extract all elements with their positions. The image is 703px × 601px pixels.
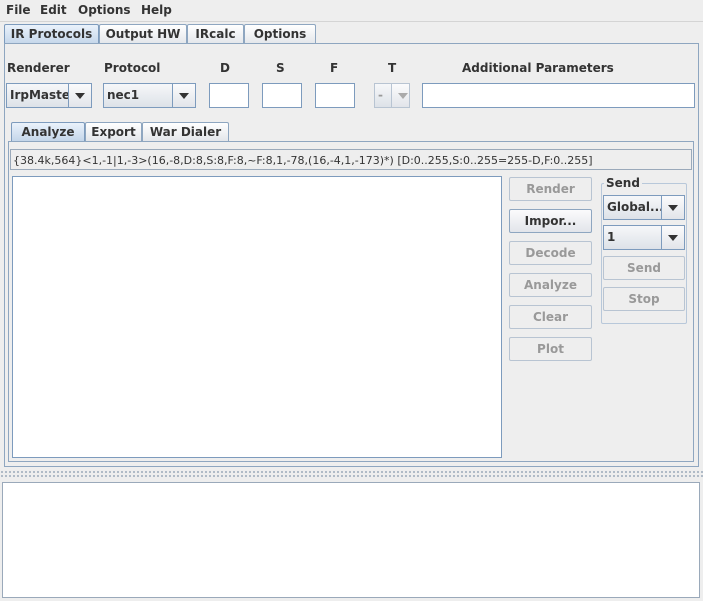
clear-button[interactable]: Clear <box>509 305 592 329</box>
tab-ircalc[interactable]: IRcalc <box>187 24 244 44</box>
menu-help[interactable]: Help <box>141 2 172 18</box>
t-value: - <box>378 88 383 102</box>
send-count-value: 1 <box>607 230 616 244</box>
t-select: - <box>374 83 410 108</box>
chevron-down-icon[interactable] <box>661 196 684 219</box>
tab-output-hw[interactable]: Output HW <box>99 24 187 44</box>
console-output[interactable] <box>2 482 700 598</box>
send-count-select[interactable]: 1 <box>603 225 685 250</box>
send-target-value: Global... <box>607 200 664 214</box>
renderer-value: IrpMaster <box>10 88 76 102</box>
s-field[interactable] <box>262 83 302 108</box>
additional-parameters-field[interactable] <box>422 83 695 108</box>
renderer-select[interactable]: IrpMaster <box>6 83 92 108</box>
tab-analyze[interactable]: Analyze <box>11 122 85 141</box>
menu-options[interactable]: Options <box>78 2 131 18</box>
chevron-down-icon[interactable] <box>68 84 91 107</box>
send-target-select[interactable]: Global... <box>603 195 685 220</box>
plot-button[interactable]: Plot <box>509 337 592 361</box>
s-label: S <box>276 61 285 75</box>
tab-export[interactable]: Export <box>85 122 142 141</box>
stop-button[interactable]: Stop <box>603 287 685 311</box>
import-button[interactable]: Impor... <box>509 209 592 233</box>
protocol-select[interactable]: nec1 <box>103 83 196 108</box>
analyze-button[interactable]: Analyze <box>509 273 592 297</box>
tab-ir-protocols[interactable]: IR Protocols <box>4 24 99 44</box>
menu-bar: File Edit Options Help <box>0 0 703 22</box>
f-field[interactable] <box>315 83 355 108</box>
renderer-label: Renderer <box>7 61 70 75</box>
d-field[interactable] <box>209 83 249 108</box>
t-label: T <box>388 61 397 75</box>
tab-war-dialer[interactable]: War Dialer <box>142 122 229 141</box>
f-label: F <box>330 61 339 75</box>
decode-button[interactable]: Decode <box>509 241 592 265</box>
menu-file[interactable]: File <box>6 2 31 18</box>
irp-field[interactable]: {38.4k,564}<1,-1|1,-3>(16,-8,D:8,S:8,F:8… <box>10 149 692 170</box>
menu-edit[interactable]: Edit <box>40 2 67 18</box>
render-button[interactable]: Render <box>509 177 592 201</box>
protocol-value: nec1 <box>107 88 140 102</box>
analyze-textarea[interactable] <box>12 176 502 458</box>
chevron-down-icon[interactable] <box>661 226 684 249</box>
split-pane-divider[interactable] <box>0 470 703 478</box>
chevron-down-icon[interactable] <box>172 84 195 107</box>
d-label: D <box>220 61 230 75</box>
send-group-title: Send <box>604 176 642 190</box>
send-button[interactable]: Send <box>603 256 685 280</box>
tab-options[interactable]: Options <box>244 24 316 44</box>
protocol-label: Protocol <box>104 61 161 75</box>
chevron-down-icon <box>391 84 409 107</box>
additional-parameters-label: Additional Parameters <box>462 61 614 75</box>
